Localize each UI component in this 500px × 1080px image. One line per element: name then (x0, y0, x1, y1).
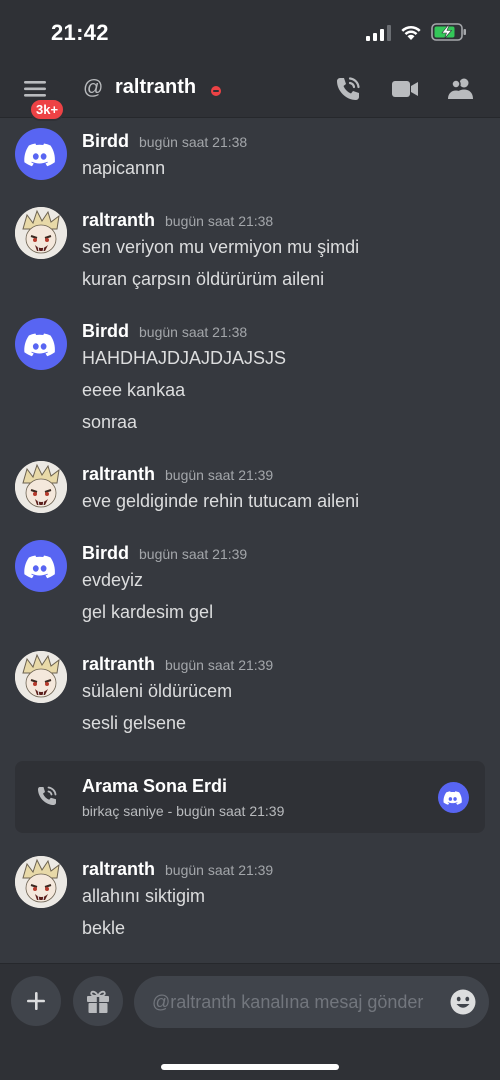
avatar-user[interactable] (15, 651, 67, 703)
message-timestamp: bugün saat 21:38 (165, 213, 274, 229)
message-timestamp: bugün saat 21:39 (165, 467, 274, 483)
emoji-icon[interactable] (449, 988, 477, 1016)
discord-logo-icon (24, 555, 55, 579)
avatar-discord[interactable] (15, 128, 67, 180)
message-author[interactable]: Birdd bugün saat 21:38 (82, 321, 247, 342)
message-timestamp: bugün saat 21:39 (165, 862, 274, 878)
dnd-status-icon (211, 86, 221, 96)
message-author[interactable]: Birdd bugün saat 21:38 (82, 131, 247, 152)
avatar-discord[interactable] (15, 540, 67, 592)
video-call-icon[interactable] (390, 74, 420, 104)
voice-call-icon[interactable] (333, 74, 363, 104)
call-title: Arama Sona Erdi (82, 776, 228, 796)
message-text: gel kardesim gel (82, 602, 214, 622)
user-avatar-icon (15, 856, 67, 908)
message-timestamp: bugün saat 21:38 (139, 134, 248, 150)
composer-bar (0, 963, 500, 1080)
plus-icon (27, 992, 45, 1010)
discord-logo-icon (443, 791, 462, 805)
battery-charging-icon (431, 23, 466, 41)
call-subtitle: birkaç saniye - bugün saat 21:39 (82, 803, 285, 819)
add-attachment-button[interactable] (11, 976, 61, 1026)
menu-icon (24, 81, 46, 97)
signal-icon (366, 25, 391, 41)
call-ended-card[interactable]: Arama Sona Erdi birkaç saniye - bugün sa… (15, 761, 485, 833)
message-text: napicannn (82, 158, 166, 178)
call-participant-avatar (438, 782, 469, 813)
discord-logo-icon (24, 333, 55, 357)
user-avatar-icon (15, 651, 67, 703)
message-author[interactable]: Birdd bugün saat 21:39 (82, 543, 247, 564)
message-text: HAHDHAJDJAJDJAJSJS (82, 348, 287, 368)
message-text: eve geldiginde rehin tutucam aileni (82, 491, 360, 511)
channel-name[interactable]: raltranth (115, 76, 196, 99)
message-author[interactable]: raltranth bugün saat 21:39 (82, 464, 273, 485)
message-text: sen veriyon mu vermiyon mu şimdi (82, 237, 360, 257)
status-time: 21:42 (51, 20, 109, 45)
user-avatar-icon (15, 207, 67, 259)
message-input[interactable] (134, 976, 489, 1028)
message-text: allahını siktigim (82, 886, 206, 906)
avatar-discord[interactable] (15, 318, 67, 370)
message-timestamp: bugün saat 21:39 (165, 657, 274, 673)
top-bar: 21:42 3k+ @ raltranth (0, 0, 500, 121)
wifi-icon (401, 25, 421, 40)
message-timestamp: bugün saat 21:39 (139, 546, 248, 562)
message-text: sesli gelsene (82, 713, 187, 733)
members-icon[interactable] (446, 74, 476, 104)
call-ended-icon (38, 786, 57, 805)
home-indicator (161, 1064, 339, 1070)
message-author[interactable]: raltranth bugün saat 21:39 (82, 654, 273, 675)
message-author[interactable]: raltranth bugün saat 21:38 (82, 210, 273, 231)
at-sign-icon: @ (83, 77, 104, 99)
discord-logo-icon (24, 143, 55, 167)
message-text: bekle (82, 918, 126, 938)
message-text: sonraa (82, 412, 138, 432)
message-timestamp: bugün saat 21:38 (139, 324, 248, 340)
gift-button[interactable] (73, 976, 123, 1026)
message-text: kuran çarpsın öldürürüm aileni (82, 269, 325, 289)
menu-button[interactable]: 3k+ (22, 78, 66, 121)
user-avatar-icon (15, 461, 67, 513)
channel-header: 3k+ @ raltranth (0, 64, 500, 121)
message-text: eeee kankaa (82, 380, 186, 400)
avatar-user[interactable] (15, 856, 67, 908)
message-author[interactable]: raltranth bugün saat 21:39 (82, 859, 273, 880)
gift-icon (87, 990, 109, 1013)
avatar-user[interactable] (15, 461, 67, 513)
avatar-user[interactable] (15, 207, 67, 259)
message-text: evdeyiz (82, 570, 144, 590)
status-bar: 21:42 (0, 0, 500, 64)
notification-badge: 3k+ (29, 98, 66, 121)
message-text: sülaleni öldürücem (82, 681, 233, 701)
